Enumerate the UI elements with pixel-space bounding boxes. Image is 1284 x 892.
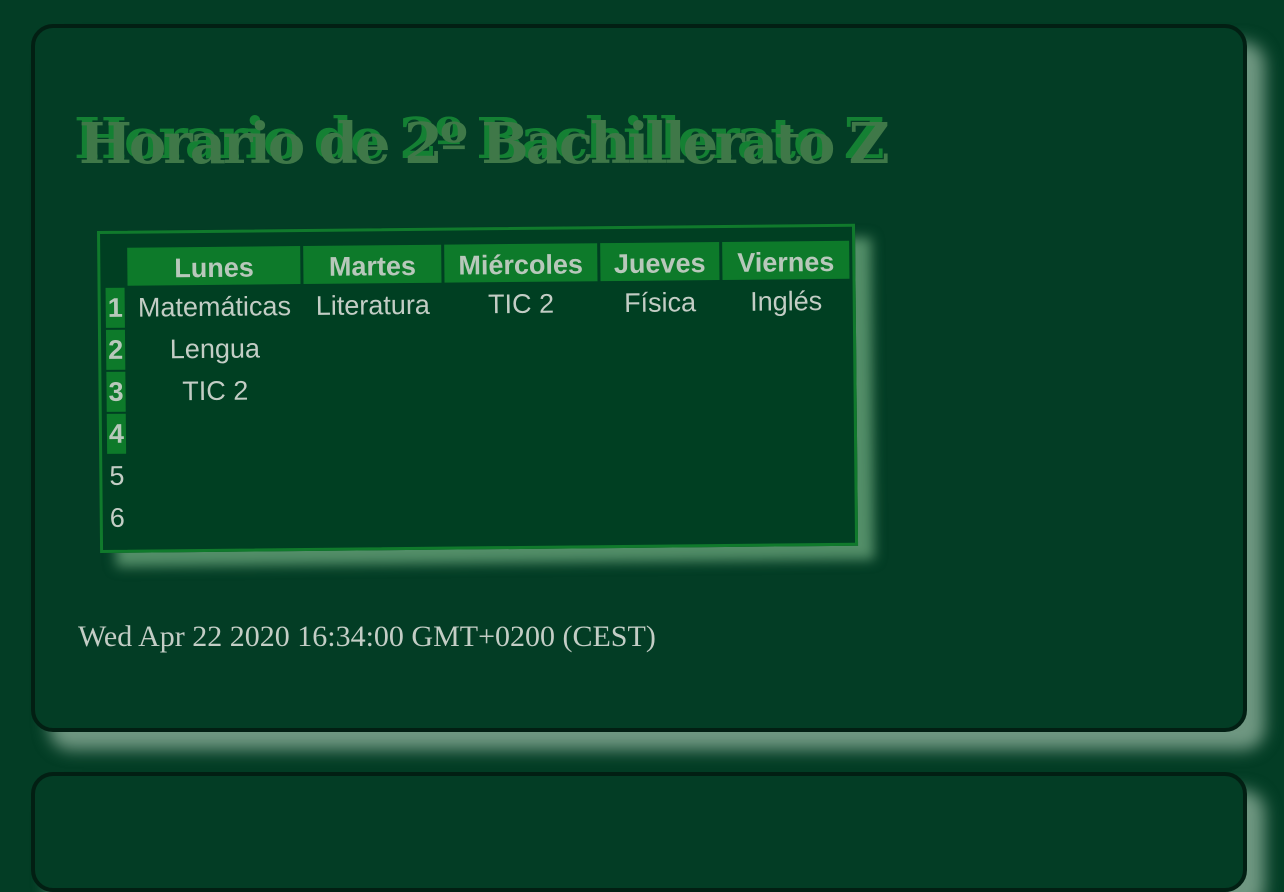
schedule-cell bbox=[129, 454, 303, 496]
schedule-cell bbox=[305, 411, 443, 452]
schedule-cell bbox=[724, 407, 851, 448]
schedule-cell: Inglés bbox=[749, 285, 823, 317]
schedule-cell: TIC 2 bbox=[487, 288, 555, 319]
schedule-cell: TIC 2 bbox=[182, 375, 249, 406]
schedule-row: 2 Lengua bbox=[105, 323, 850, 370]
schedule-cell bbox=[129, 412, 303, 454]
schedule-cell bbox=[601, 324, 720, 365]
schedule-row: 3 TIC 2 bbox=[106, 365, 850, 412]
schedule-cell bbox=[306, 453, 444, 494]
day-header-lunes: Lunes bbox=[127, 246, 301, 286]
period-number: 6 bbox=[109, 502, 125, 533]
day-header-martes: Martes bbox=[303, 244, 442, 285]
period-number: 2 bbox=[105, 329, 126, 370]
secondary-card bbox=[31, 772, 1247, 892]
schedule-row: 4 bbox=[106, 407, 851, 454]
schedule-cell bbox=[306, 495, 444, 536]
schedule-cell bbox=[446, 451, 599, 492]
schedule-cell: Literatura bbox=[315, 289, 431, 321]
schedule-table: Lunes Martes Miércoles Jueves Viernes 1M… bbox=[102, 239, 855, 540]
header-row: Lunes Martes Miércoles Jueves Viernes bbox=[105, 240, 850, 286]
schedule-cell bbox=[723, 365, 850, 406]
schedule-row: 6 bbox=[108, 491, 852, 538]
day-header-miercoles: Miércoles bbox=[443, 243, 598, 283]
schedule-cell bbox=[602, 450, 721, 491]
schedule-cell bbox=[305, 369, 443, 410]
period-number: 3 bbox=[106, 371, 126, 412]
schedule-cell: Matemáticas bbox=[137, 290, 292, 323]
schedule-cell bbox=[130, 496, 304, 538]
schedule-cell bbox=[601, 366, 720, 407]
schedule-cell bbox=[445, 325, 598, 366]
schedule-cell bbox=[445, 367, 598, 408]
schedule-card: Horario de 2º Bachillerato Z Lunes Marte… bbox=[31, 24, 1247, 732]
schedule-cell bbox=[602, 408, 721, 449]
schedule-cell bbox=[446, 493, 599, 534]
schedule-cell: Lengua bbox=[169, 332, 261, 364]
schedule-cell bbox=[602, 492, 721, 533]
schedule-cell bbox=[446, 409, 599, 450]
period-number: 5 bbox=[109, 460, 125, 491]
day-header-viernes: Viernes bbox=[722, 240, 850, 280]
schedule-table-frame: Lunes Martes Miércoles Jueves Viernes 1M… bbox=[97, 223, 859, 553]
corner-cell bbox=[105, 248, 124, 286]
schedule-cell bbox=[724, 491, 851, 532]
day-header-jueves: Jueves bbox=[599, 242, 720, 282]
period-number: 4 bbox=[106, 413, 127, 454]
schedule-cell bbox=[724, 449, 851, 490]
schedule-row: 5 bbox=[107, 449, 851, 496]
schedule-cell bbox=[723, 323, 850, 364]
date-stamp: Wed Apr 22 2020 16:34:00 GMT+0200 (CEST) bbox=[78, 620, 656, 653]
schedule-cell bbox=[304, 327, 442, 368]
page-title: Horario de 2º Bachillerato Z bbox=[79, 111, 890, 177]
period-number: 1 bbox=[105, 287, 125, 328]
schedule-cell: Física bbox=[623, 286, 697, 318]
schedule-row: 1 Matemáticas Literatura TIC 2 Física Inglés bbox=[105, 281, 850, 328]
